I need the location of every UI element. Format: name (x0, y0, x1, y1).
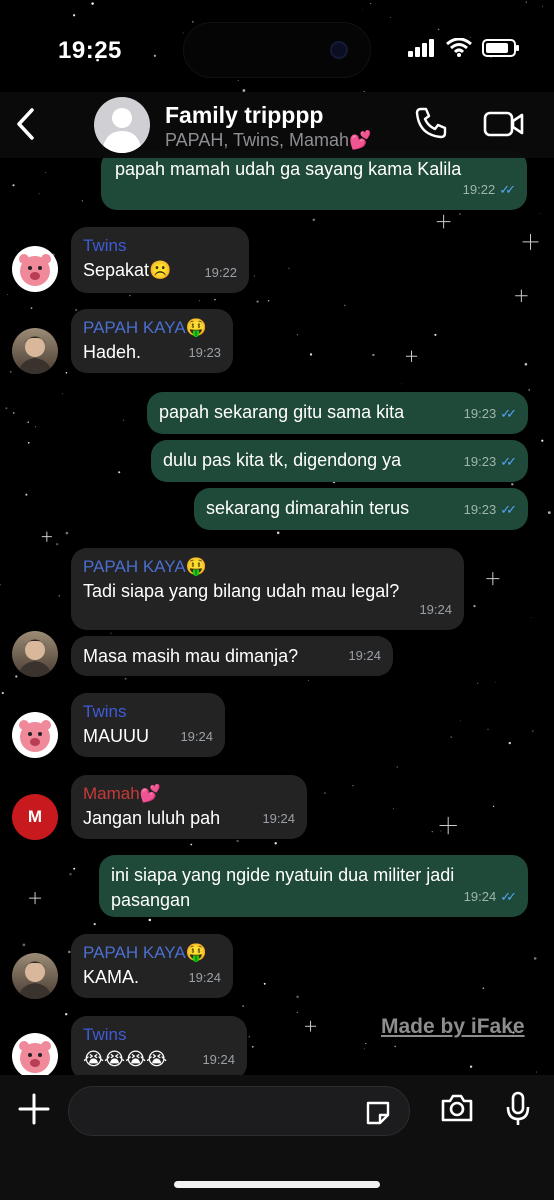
compose-bar (0, 1075, 554, 1200)
message-time: 19:22 (204, 265, 237, 280)
message-time: 19:22 (462, 182, 496, 197)
sender-name: Twins (83, 702, 127, 721)
message-time: 19:24 (188, 970, 221, 985)
message-bubble-outgoing[interactable]: dulu pas kita tk, digendong ya 19:23 ✓✓ (151, 440, 528, 482)
sender-name: PAPAH KAYA🤑 (83, 318, 207, 337)
avatar-twins[interactable] (12, 1033, 58, 1079)
microphone-icon[interactable] (505, 1091, 531, 1127)
message-time: 19:24 (262, 811, 295, 826)
plus-icon[interactable] (18, 1093, 50, 1125)
avatar-twins[interactable] (12, 712, 58, 758)
read-receipt-icon: ✓✓ (499, 182, 516, 197)
message-time: 19:23 (188, 345, 221, 360)
phone-icon[interactable] (414, 106, 448, 140)
chat-area: papah mamah udah ga sayang kama Kalila 1… (0, 0, 554, 1200)
message-bubble-outgoing[interactable]: sekarang dimarahin terus 19:23 ✓✓ (194, 488, 528, 530)
sender-name: PAPAH KAYA🤑 (83, 557, 207, 576)
home-indicator[interactable] (174, 1181, 380, 1188)
message-time: 19:24 (419, 602, 452, 617)
chat-header: Family tripppp PAPAH, Twins, Mamah💕 (0, 92, 554, 158)
message-bubble-outgoing[interactable]: papah sekarang gitu sama kita 19:23 ✓✓ (147, 392, 528, 434)
cellular-signal-icon (408, 38, 434, 57)
message-time: 19:24 (348, 648, 381, 663)
sender-name: Twins (83, 236, 127, 255)
message-text: Masa masih mau dimanja? (83, 646, 299, 666)
message-bubble-incoming[interactable]: Twins MAUUU 19:24 (71, 693, 225, 757)
message-time: 19:23 (463, 406, 497, 421)
avatar-papah[interactable] (12, 631, 58, 677)
sticker-icon[interactable] (364, 1099, 392, 1127)
sender-name: Mamah💕 (83, 784, 161, 803)
wifi-icon (446, 38, 472, 57)
message-text: papah sekarang gitu sama kita (159, 402, 405, 422)
message-bubble-incoming[interactable]: PAPAH KAYA🤑 KAMA. 19:24 (71, 934, 233, 998)
message-input[interactable] (68, 1086, 410, 1136)
message-bubble-outgoing[interactable]: papah mamah udah ga sayang kama Kalila 1… (101, 150, 527, 210)
front-camera-icon (330, 41, 348, 59)
group-title[interactable]: Family tripppp (165, 102, 323, 129)
message-bubble-incoming[interactable]: Mamah💕 Jangan luluh pah 19:24 (71, 775, 307, 839)
chevron-left-icon[interactable] (14, 106, 36, 142)
avatar-papah[interactable] (12, 328, 58, 374)
battery-icon (482, 38, 519, 57)
message-time: 19:23 (463, 454, 497, 469)
sender-name: PAPAH KAYA🤑 (83, 943, 207, 962)
message-text: ini siapa yang ngide nyatuin dua militer… (111, 865, 455, 885)
message-bubble-incoming[interactable]: Twins 😭😭😭😭 19:24 (71, 1016, 247, 1080)
camera-icon[interactable] (440, 1093, 474, 1123)
message-bubble-outgoing[interactable]: ini siapa yang ngide nyatuin dua militer… (99, 855, 528, 917)
message-bubble-incoming[interactable]: Twins Sepakat☹️ 19:22 (71, 227, 249, 293)
message-text: pasangan (111, 890, 191, 910)
group-members: PAPAH, Twins, Mamah💕 (165, 130, 372, 150)
message-time: 19:24 (202, 1052, 235, 1067)
read-receipt-icon: ✓✓ (500, 454, 517, 469)
video-camera-icon[interactable] (483, 110, 525, 138)
message-bubble-incoming[interactable]: Masa masih mau dimanja? 19:24 (71, 636, 393, 676)
avatar-twins[interactable] (12, 246, 58, 292)
status-time: 19:25 (58, 37, 122, 64)
message-bubble-incoming[interactable]: PAPAH KAYA🤑 Hadeh. 19:23 (71, 309, 233, 373)
watermark-link[interactable]: Made by iFake (381, 1015, 525, 1039)
message-text: Tadi siapa yang bilang udah mau legal? (83, 581, 400, 601)
message-time: 19:23 (463, 502, 497, 517)
sender-name: Twins (83, 1025, 127, 1044)
read-receipt-icon: ✓✓ (500, 889, 517, 904)
group-avatar[interactable] (94, 97, 150, 153)
message-text: papah mamah udah ga sayang kama Kalila (115, 159, 462, 179)
read-receipt-icon: ✓✓ (500, 502, 517, 517)
avatar-mamah[interactable]: M (12, 794, 58, 840)
status-bar: 19:25 (0, 0, 554, 92)
message-bubble-incoming[interactable]: PAPAH KAYA🤑 Tadi siapa yang bilang udah … (71, 548, 464, 630)
message-time: 19:24 (463, 889, 497, 904)
dynamic-island (183, 22, 371, 78)
message-time: 19:24 (180, 729, 213, 744)
avatar-papah[interactable] (12, 953, 58, 999)
read-receipt-icon: ✓✓ (500, 406, 517, 421)
